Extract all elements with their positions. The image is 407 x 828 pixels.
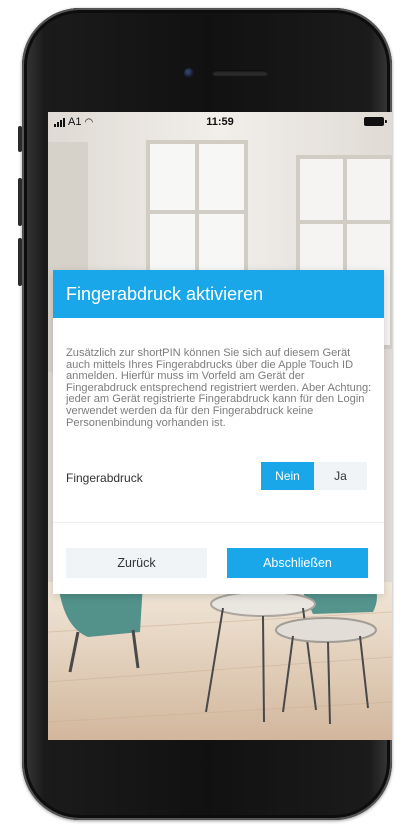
volume-up-button — [18, 178, 22, 226]
toggle-option-ja[interactable]: Ja — [314, 462, 367, 490]
status-bar: A1 ◠ 11:59 — [48, 112, 392, 132]
front-camera — [184, 68, 194, 78]
dialog-title: Fingerabdruck aktivieren — [53, 270, 384, 318]
back-button[interactable]: Zurück — [66, 548, 207, 578]
phone-screen: A1 ◠ 11:59 Fingerabdruck aktivieren Zusä… — [48, 112, 392, 740]
fingerprint-label: Fingerabdruck — [66, 471, 143, 485]
fingerprint-dialog: Fingerabdruck aktivieren Zusätzlich zur … — [53, 270, 384, 594]
battery-icon — [364, 117, 387, 126]
status-time: 11:59 — [206, 116, 234, 128]
fingerprint-toggle: Nein Ja — [261, 462, 367, 490]
volume-down-button — [18, 238, 22, 286]
finish-button[interactable]: Abschließen — [227, 548, 368, 578]
mute-switch — [18, 126, 22, 152]
toggle-option-nein[interactable]: Nein — [261, 462, 314, 490]
dialog-divider — [53, 522, 384, 523]
dialog-description: Zusätzlich zur shortPIN können Sie sich … — [66, 347, 372, 429]
earpiece-speaker — [212, 70, 268, 76]
